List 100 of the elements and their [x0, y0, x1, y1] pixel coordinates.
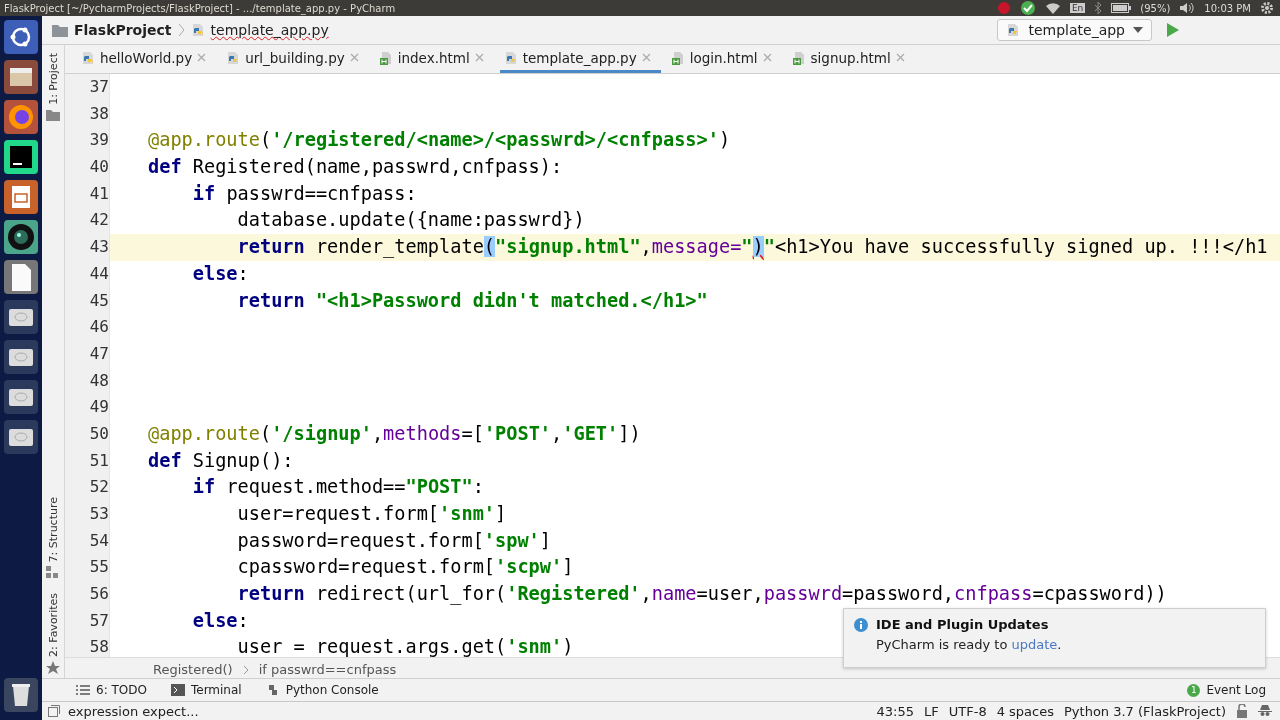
code-line: @app.route('/signup',methods=['POST','GET']): [148, 421, 641, 446]
line-number: 45: [65, 287, 109, 315]
update-link[interactable]: update: [1011, 637, 1058, 652]
line-number: 50: [65, 420, 109, 448]
tool-window-button[interactable]: Terminal: [166, 683, 246, 697]
drive-icon[interactable]: [4, 300, 38, 334]
code-line: def Registered(name,passwrd,cnfpass):: [148, 155, 563, 180]
volume-icon[interactable]: [1179, 2, 1196, 14]
event-log-button[interactable]: 1 Event Log: [1183, 683, 1270, 697]
code-line: else:: [191, 261, 249, 286]
code-line: return "<h1>Password didn't matched.</h1>": [236, 288, 708, 313]
code-line: if passwrd==cnfpass:: [191, 181, 417, 206]
app-launcher-icon[interactable]: [4, 60, 38, 94]
app-launcher-icon[interactable]: [4, 20, 38, 54]
html-file-icon: [791, 50, 806, 65]
breadcrumb-file[interactable]: template_app.py: [210, 22, 329, 38]
status-item[interactable]: 4 spaces: [996, 703, 1054, 719]
line-number: 57: [65, 607, 109, 635]
status-item[interactable]: 43:55: [876, 703, 915, 719]
structure-icon: [46, 566, 60, 580]
line-number: 37: [65, 74, 109, 101]
folder-icon: [52, 23, 68, 37]
line-number: 51: [65, 447, 109, 475]
tool-window-button[interactable]: 2: Favorites: [46, 593, 60, 674]
code-line: user = request.args.get('snm'): [236, 635, 574, 657]
file-tab[interactable]: url_building.py: [222, 45, 369, 73]
code-line: @app.route('/registered/<name>/<passwrd>/<cnfpass>'): [148, 128, 731, 153]
python-file-icon: [81, 50, 95, 65]
app-launcher-icon[interactable]: [4, 220, 38, 254]
python-file-icon: [503, 50, 518, 65]
file-tab[interactable]: signup.html: [787, 45, 915, 73]
code-line: password=request.form['spw']: [236, 528, 552, 553]
clock[interactable]: 10:03 PM: [1204, 2, 1251, 14]
breadcrumb-project[interactable]: FlaskProject: [74, 22, 172, 38]
python-file-icon: [190, 23, 205, 37]
line-number: 49: [65, 394, 109, 421]
line-number: 56: [65, 581, 109, 608]
status-item[interactable]: LF: [924, 703, 939, 719]
line-number: 46: [65, 314, 109, 341]
code-line: database.update({name:passwrd}): [236, 208, 585, 233]
status-message: expression expect...: [68, 703, 199, 719]
caret-icon: [1133, 27, 1143, 33]
code-line: if request.method=="POST":: [191, 475, 484, 500]
line-number: 52: [65, 474, 109, 501]
lock-icon[interactable]: [1236, 704, 1248, 718]
line-number: 47: [65, 340, 109, 368]
chevron-icon: [177, 23, 185, 37]
folder-icon: [46, 108, 60, 122]
line-number: 48: [65, 367, 109, 395]
bluetooth-icon[interactable]: [1094, 2, 1103, 14]
tool-window-button[interactable]: 7: Structure: [46, 496, 60, 580]
notification-title: IDE and Plugin Updates: [876, 617, 1049, 632]
code-line: return render_template("signup.html",message=")"<h1>You have successfully signed up. !!!</h1: [236, 235, 1268, 260]
tool-window-button[interactable]: Python Console: [261, 683, 383, 697]
line-number: 58: [65, 634, 109, 657]
settings-icon[interactable]: [1260, 1, 1274, 15]
panel-toggle-icon[interactable]: [48, 705, 60, 717]
tool-window-button[interactable]: 1: Project: [46, 53, 60, 122]
star-icon: [46, 661, 60, 674]
tool-window-button[interactable]: 6: TODO: [72, 683, 151, 697]
html-file-icon: [670, 50, 685, 65]
code-line: cpassword=request.form['scpw']: [236, 555, 574, 580]
status-item[interactable]: Python 3.7 (FlaskProject): [1064, 703, 1226, 719]
drive-icon[interactable]: [4, 340, 38, 374]
battery-icon[interactable]: [1111, 3, 1132, 13]
drive-icon[interactable]: [4, 420, 38, 454]
code-line: def Signup():: [148, 448, 294, 473]
check-icon[interactable]: [1019, 0, 1036, 16]
info-icon: [854, 617, 868, 632]
code-line: return redirect(url_for('Registered',name=user,passwrd=password,cnfpass=cpassword)): [236, 582, 1167, 607]
battery-percent: (95%): [1140, 2, 1171, 14]
wifi-icon[interactable]: [1044, 2, 1061, 14]
code-breadcrumb[interactable]: if passwrd==cnfpass: [258, 662, 397, 677]
app-launcher-icon[interactable]: [4, 140, 38, 174]
line-number: 55: [65, 554, 109, 582]
app-launcher-icon[interactable]: [4, 260, 38, 294]
count-badge: 1: [1187, 683, 1201, 697]
inspector-icon[interactable]: [1258, 704, 1272, 718]
run-icon[interactable]: [1166, 22, 1180, 38]
trash-icon[interactable]: [4, 678, 38, 712]
file-tab[interactable]: index.html: [374, 45, 494, 73]
line-number: 39: [65, 127, 109, 155]
code-line: user=request.form['snm']: [236, 502, 507, 526]
chevron-icon: [242, 664, 249, 675]
line-number: 41: [65, 180, 109, 208]
todo-icon: [76, 684, 90, 696]
code-breadcrumb[interactable]: Registered(): [153, 662, 233, 677]
html-file-icon: [378, 50, 393, 65]
line-number: 53: [65, 501, 109, 528]
notification-message: PyCharm is ready to update.: [876, 637, 1063, 652]
file-tab[interactable]: login.html: [666, 45, 782, 73]
run-configuration-dropdown[interactable]: template_app: [997, 19, 1152, 41]
line-number: 38: [65, 100, 109, 128]
drive-icon[interactable]: [4, 380, 38, 414]
line-number: 40: [65, 154, 109, 181]
window-title: FlaskProject [~/PycharmProjects/FlaskProject] - .../template_app.py - PyCharm: [4, 2, 396, 14]
file-tab[interactable]: helloWorld.py: [77, 45, 217, 73]
status-item[interactable]: UTF-8: [948, 703, 987, 719]
keyboard-indicator[interactable]: En: [1069, 3, 1086, 13]
line-number: 43: [65, 234, 109, 261]
